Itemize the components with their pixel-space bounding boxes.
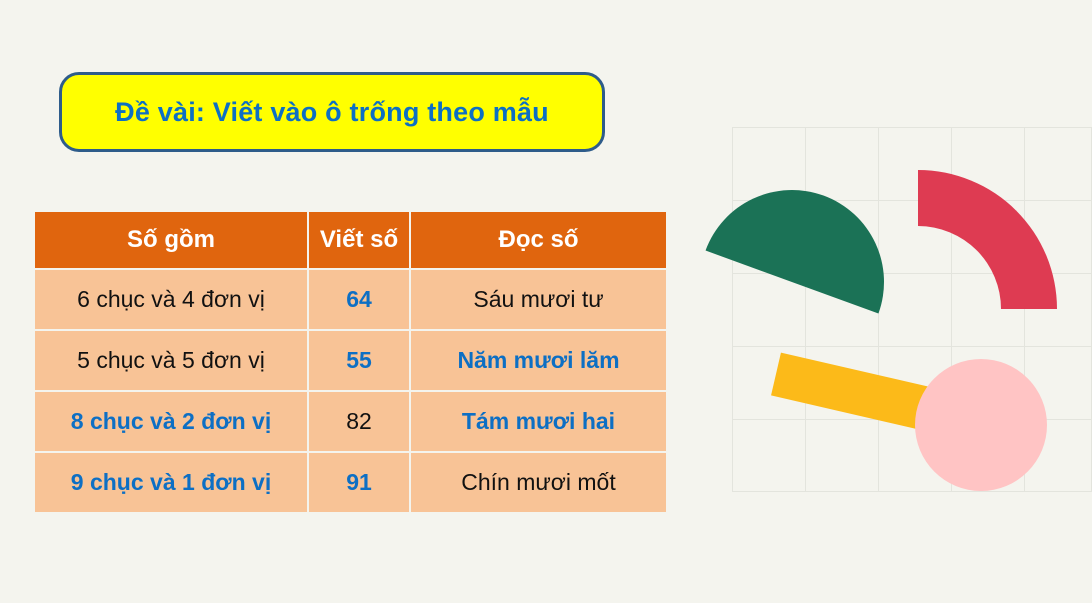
bar-shape xyxy=(771,352,986,443)
column-header-read: Đọc số xyxy=(411,212,666,268)
column-header-compose: Số gồm xyxy=(35,212,307,268)
cell-compose[interactable]: 5 chục và 5 đơn vị xyxy=(35,331,307,390)
cell-write[interactable]: 55 xyxy=(309,331,409,390)
cell-write[interactable]: 91 xyxy=(309,453,409,512)
cell-write[interactable]: 82 xyxy=(309,392,409,451)
circle-shape xyxy=(915,359,1047,491)
table-header-row: Số gồm Viết số Đọc số xyxy=(35,212,666,268)
title-banner: Đề vài: Viết vào ô trống theo mẫu xyxy=(59,72,605,152)
cell-compose[interactable]: 8 chục và 2 đơn vị xyxy=(35,392,307,451)
exercise-table: Số gồm Viết số Đọc số 6 chục và 4 đơn vị… xyxy=(33,210,668,514)
table-row: 8 chục và 2 đơn vị 82 Tám mươi hai xyxy=(35,392,666,451)
table-header: Số gồm Viết số Đọc số xyxy=(35,212,666,268)
quarter-ring-shape xyxy=(918,170,1057,309)
cell-write[interactable]: 64 xyxy=(309,270,409,329)
cell-read[interactable]: Chín mươi mốt xyxy=(411,453,666,512)
table-row: 6 chục và 4 đơn vị 64 Sáu mươi tư xyxy=(35,270,666,329)
cell-read[interactable]: Sáu mươi tư xyxy=(411,270,666,329)
grid-background xyxy=(732,127,1092,492)
cell-compose[interactable]: 9 chục và 1 đơn vị xyxy=(35,453,307,512)
half-disc-shape xyxy=(705,164,910,314)
cell-compose[interactable]: 6 chục và 4 đơn vị xyxy=(35,270,307,329)
column-header-write: Viết số xyxy=(309,212,409,268)
page-title: Đề vài: Viết vào ô trống theo mẫu xyxy=(115,96,549,127)
cell-read[interactable]: Năm mươi lăm xyxy=(411,331,666,390)
table-row: 5 chục và 5 đơn vị 55 Năm mươi lăm xyxy=(35,331,666,390)
cell-read[interactable]: Tám mươi hai xyxy=(411,392,666,451)
quarter-ring-inner xyxy=(918,170,1057,309)
table-row: 9 chục và 1 đơn vị 91 Chín mươi mốt xyxy=(35,453,666,512)
table-body: 6 chục và 4 đơn vị 64 Sáu mươi tư 5 chục… xyxy=(35,270,666,512)
